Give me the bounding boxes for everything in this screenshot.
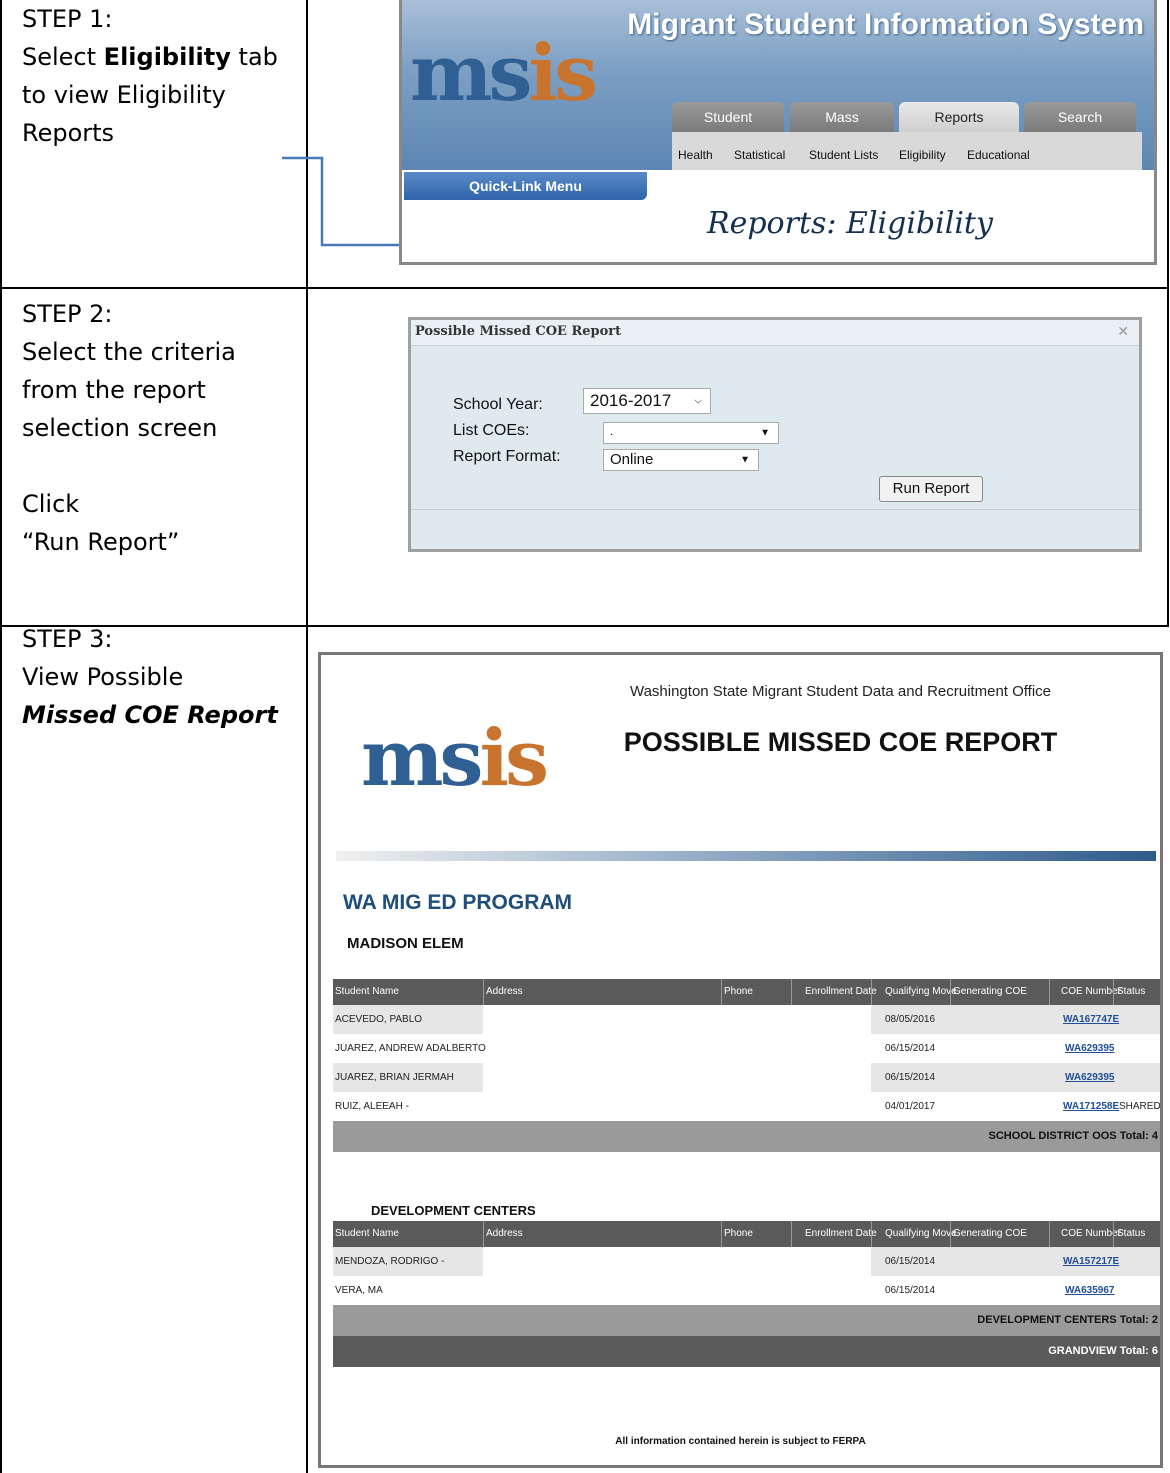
col-address: Address	[486, 986, 523, 997]
app-title: Migrant Student Information System	[627, 8, 1144, 41]
msis-logo: msis	[361, 713, 549, 804]
step-3-instructions: STEP 3: View Possible Missed COE Report	[22, 620, 278, 734]
coe-link[interactable]: WA157217E	[1063, 1256, 1119, 1267]
step-3-line-1: View Possible	[22, 663, 184, 691]
dialog-title: Possible Missed COE Report	[415, 324, 622, 339]
table-header: Student Name Address Phone Enrollment Da…	[333, 1221, 1160, 1247]
msis-logo: msis	[410, 28, 598, 119]
quick-link-menu[interactable]: Quick-Link Menu	[404, 172, 647, 200]
list-coes-select[interactable]: . ▼	[603, 422, 779, 444]
coe-link[interactable]: WA629395	[1065, 1072, 1114, 1083]
table-row: MENDOZA, RODRIGO -06/15/2014 WA157217E	[333, 1247, 1160, 1276]
step-2-line-1: Select the criteria	[22, 338, 236, 366]
chevron-down-icon: ▼	[760, 427, 770, 439]
col-enrollment-date: Enrollment Date	[805, 986, 877, 997]
coe-link[interactable]: WA167747E	[1063, 1014, 1119, 1025]
school-year-select[interactable]: 2016-2017 ⌵	[583, 388, 711, 414]
header-divider	[336, 851, 1156, 861]
chevron-down-icon: ⌵	[694, 395, 702, 407]
coe-link[interactable]: WA171258E	[1063, 1101, 1119, 1112]
step-3-label: STEP 3:	[22, 625, 113, 653]
report-office-name: Washington State Migrant Student Data an…	[629, 683, 1052, 700]
col-qualifying-move: Qualifying Move	[885, 986, 957, 997]
tab-reports[interactable]: Reports	[899, 102, 1019, 132]
coe-link[interactable]: WA635967	[1065, 1285, 1114, 1296]
chevron-down-icon: ▼	[740, 454, 750, 466]
report-format-select[interactable]: Online ▼	[603, 449, 759, 471]
report-format-label: Report Format:	[453, 448, 561, 465]
step-2-line-3: selection screen	[22, 414, 218, 442]
table-row: VERA, MA 06/15/2014 WA635967	[335, 1285, 1115, 1296]
page-heading: Reports: Eligibility	[707, 206, 993, 241]
school-year-label: School Year:	[453, 396, 543, 413]
section-title-madison: MADISON ELEM	[347, 935, 464, 952]
list-coes-label: List COEs:	[453, 422, 530, 439]
table-header: Student Name Address Phone Enrollment Da…	[333, 979, 1160, 1005]
step-2-line-4: Click	[22, 490, 80, 518]
msis-header-screenshot: msis Migrant Student Information System …	[399, 0, 1157, 265]
subtab-educational[interactable]: Educational	[967, 148, 1030, 162]
missed-coe-report: Washington State Migrant Student Data an…	[318, 652, 1163, 1468]
program-name: WA MIG ED PROGRAM	[343, 891, 573, 914]
col-phone: Phone	[724, 986, 753, 997]
col-coe-number: COE Number	[1061, 986, 1122, 997]
dialog-footer	[411, 509, 1139, 549]
subtab-health[interactable]: Health	[678, 148, 713, 162]
table-row: JUAREZ, ANDREW ADALBERTO 06/15/2014 WA6293…	[335, 1043, 1115, 1054]
step-3-line-2: Missed COE Report	[22, 701, 278, 729]
table-row: RUIZ, ALEEAH -04/01/2017 WA171258E SHARED	[335, 1101, 1161, 1112]
col-status: Status	[1117, 986, 1146, 997]
step-2-label: STEP 2:	[22, 300, 113, 328]
coe-link[interactable]: WA629395	[1065, 1043, 1114, 1054]
step-2-instructions: STEP 2: Select the criteria from the rep…	[22, 295, 236, 561]
students-table-madison: Student Name Address Phone Enrollment Da…	[333, 979, 1160, 1152]
section-title-development-centers: DEVELOPMENT CENTERS	[371, 1203, 536, 1218]
col-generating-coe: Generating COE	[953, 986, 1027, 997]
step-2-line-2: from the report	[22, 376, 206, 404]
col-student-name: Student Name	[335, 986, 399, 997]
grand-total: GRANDVIEW Total: 6	[333, 1336, 1160, 1367]
ferpa-notice: All information contained herein is subj…	[615, 1436, 866, 1447]
step-2-line-5: “Run Report”	[22, 528, 180, 556]
close-icon[interactable]: ✕	[1117, 320, 1129, 344]
run-report-button[interactable]: Run Report	[879, 476, 983, 502]
section-total: DEVELOPMENT CENTERS Total: 2	[333, 1305, 1160, 1336]
subtab-eligibility[interactable]: Eligibility	[899, 148, 946, 162]
report-criteria-dialog: Possible Missed COE Report ✕ School Year…	[408, 317, 1142, 552]
subtab-statistical[interactable]: Statistical	[734, 148, 785, 162]
subtab-student-lists[interactable]: Student Lists	[809, 148, 878, 162]
table-row: JUAREZ, BRIAN JERMAH 06/15/2014 WA629395	[333, 1063, 1160, 1092]
table-row: ACEVEDO, PABLO 08/05/2016 WA167747E	[333, 1005, 1160, 1034]
tab-search[interactable]: Search	[1024, 102, 1136, 132]
tab-student[interactable]: Student	[672, 102, 784, 132]
students-table-development-centers: Student Name Address Phone Enrollment Da…	[333, 1221, 1160, 1367]
dialog-titlebar: Possible Missed COE Report ✕	[411, 320, 1139, 346]
section-total: SCHOOL DISTRICT OOS Total: 4	[333, 1121, 1160, 1152]
tab-mass[interactable]: Mass	[790, 102, 894, 132]
